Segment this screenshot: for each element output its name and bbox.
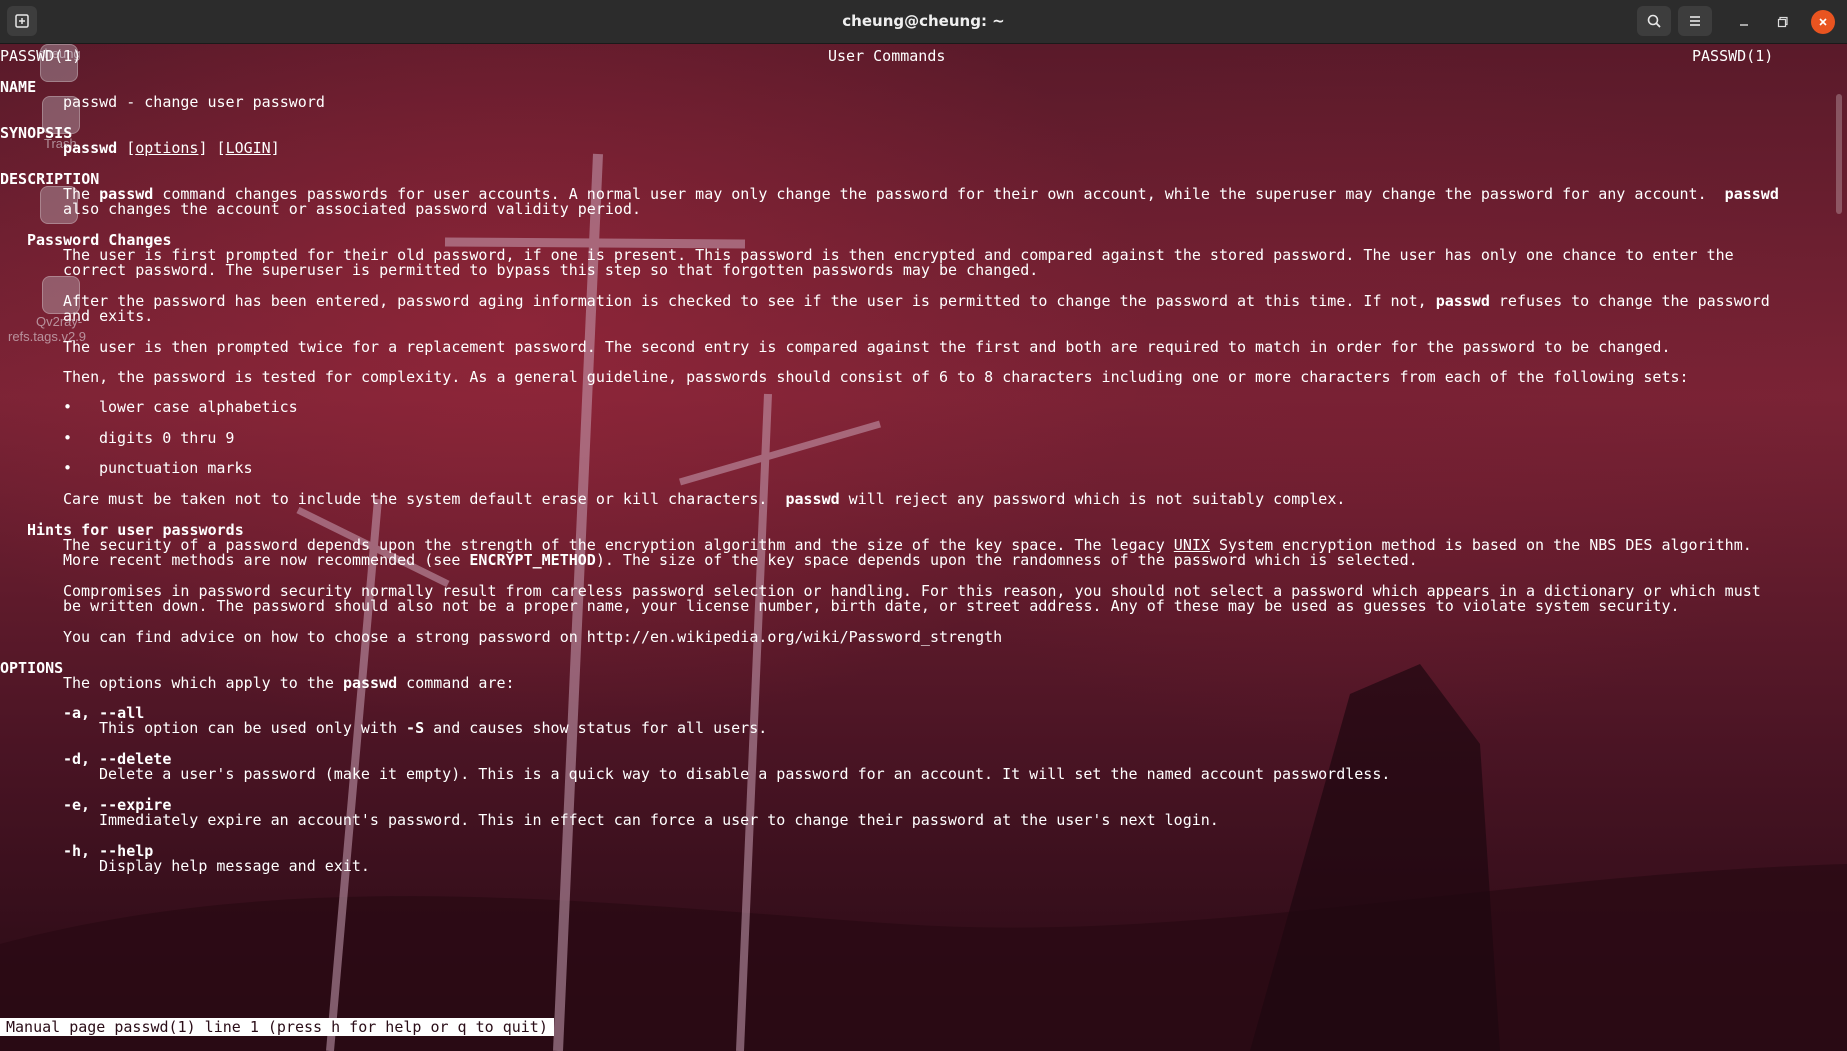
hints-line-2: More recent methods are now recommended … — [63, 551, 1418, 569]
terminal-view[interactable]: cheung Trash Qv2ray- refs.tags.v2.9 PASS… — [0, 44, 1847, 1051]
maximize-icon — [1777, 16, 1788, 28]
synopsis-rb: ] — [270, 139, 280, 157]
synopsis-options: options — [135, 139, 199, 157]
synopsis-line: passwd [options] [LOGIN] — [63, 139, 280, 157]
bullet-item: digits 0 thru 9 — [99, 429, 235, 447]
option-desc-help: Display help message and exit. — [99, 857, 370, 875]
option-desc-all: This option can be used only with -S and… — [99, 719, 767, 737]
cmd: passwd — [342, 674, 398, 692]
bullet-glyph: • — [63, 429, 73, 447]
hamburger-menu-icon — [1690, 16, 1700, 26]
flag: -S — [406, 719, 425, 737]
search-icon — [1647, 14, 1661, 28]
name-text: passwd - change user password — [63, 93, 325, 111]
pager-status-line: Manual page passwd(1) line 1 (press h fo… — [0, 1018, 554, 1036]
close-icon — [1819, 18, 1827, 26]
text: command are: — [397, 674, 515, 692]
pc-line-2: correct password. The superuser is permi… — [63, 261, 1039, 279]
text: After the password has been entered, pas… — [63, 292, 1436, 310]
desc-line-2: also changes the account or associated p… — [63, 200, 641, 218]
encrypt-method: ENCRYPT_METHOD — [469, 551, 596, 569]
bullet-item: punctuation marks — [99, 459, 253, 477]
menu-button[interactable] — [1678, 6, 1712, 36]
text: refuses to change the password — [1489, 292, 1770, 310]
bullet-glyph: • — [63, 459, 73, 477]
header-right: PASSWD(1) — [1692, 47, 1774, 65]
maximize-button[interactable] — [1771, 10, 1795, 34]
option-desc-delete: Delete a user's password (make it empty)… — [99, 765, 1391, 783]
text: ). The size of the key space depends upo… — [595, 551, 1418, 569]
cmd: passwd — [1435, 292, 1490, 310]
synopsis-mid: ] [ — [198, 139, 226, 157]
minimize-icon — [1740, 24, 1748, 26]
minimize-button[interactable] — [1732, 10, 1756, 34]
text: Care must be taken not to include the sy… — [63, 490, 786, 508]
man-page: PASSWD(1) User Commands PASSWD(1) NAME p… — [0, 44, 1779, 1051]
hints-line-4: be written down. The password should als… — [63, 597, 1680, 615]
options-intro: The options which apply to the passwd co… — [63, 674, 515, 692]
text: will reject any password which is not su… — [839, 490, 1346, 508]
section-name: NAME — [0, 78, 37, 96]
text: and causes show status for all users. — [424, 719, 768, 737]
header-left: PASSWD(1) — [0, 47, 82, 65]
close-button[interactable] — [1811, 10, 1835, 34]
synopsis-cmd: passwd — [63, 139, 118, 157]
title-bar: cheung@cheung: ~ — [0, 0, 1847, 44]
pc-line-7: Care must be taken not to include the sy… — [63, 490, 1345, 508]
search-button[interactable] — [1637, 6, 1671, 36]
bullet-item: lower case alphabetics — [99, 398, 298, 416]
pc-line-3: After the password has been entered, pas… — [63, 292, 1770, 310]
cmd: passwd — [1724, 185, 1779, 203]
bullet-glyph: • — [63, 398, 73, 416]
option-desc-expire: Immediately expire an account's password… — [99, 811, 1219, 829]
scrollbar[interactable] — [1836, 94, 1842, 214]
synopsis-login: LOGIN — [225, 139, 271, 157]
text: More recent methods are now recommended … — [63, 551, 470, 569]
cmd: passwd — [785, 490, 840, 508]
text: This option can be used only with — [99, 719, 407, 737]
pc-line-5: The user is then prompted twice for a re… — [63, 338, 1671, 356]
header-center: User Commands — [828, 47, 946, 65]
synopsis-lb: [ — [117, 139, 136, 157]
section-synopsis: SYNOPSIS — [0, 124, 73, 142]
text: The options which apply to the — [63, 674, 343, 692]
pc-line-6: Then, the password is tested for complex… — [63, 368, 1689, 386]
pc-line-4: and exits. — [63, 307, 154, 325]
section-options: OPTIONS — [0, 659, 64, 677]
hints-line-5: You can find advice on how to choose a s… — [63, 628, 1003, 646]
window-title: cheung@cheung: ~ — [842, 12, 1005, 30]
